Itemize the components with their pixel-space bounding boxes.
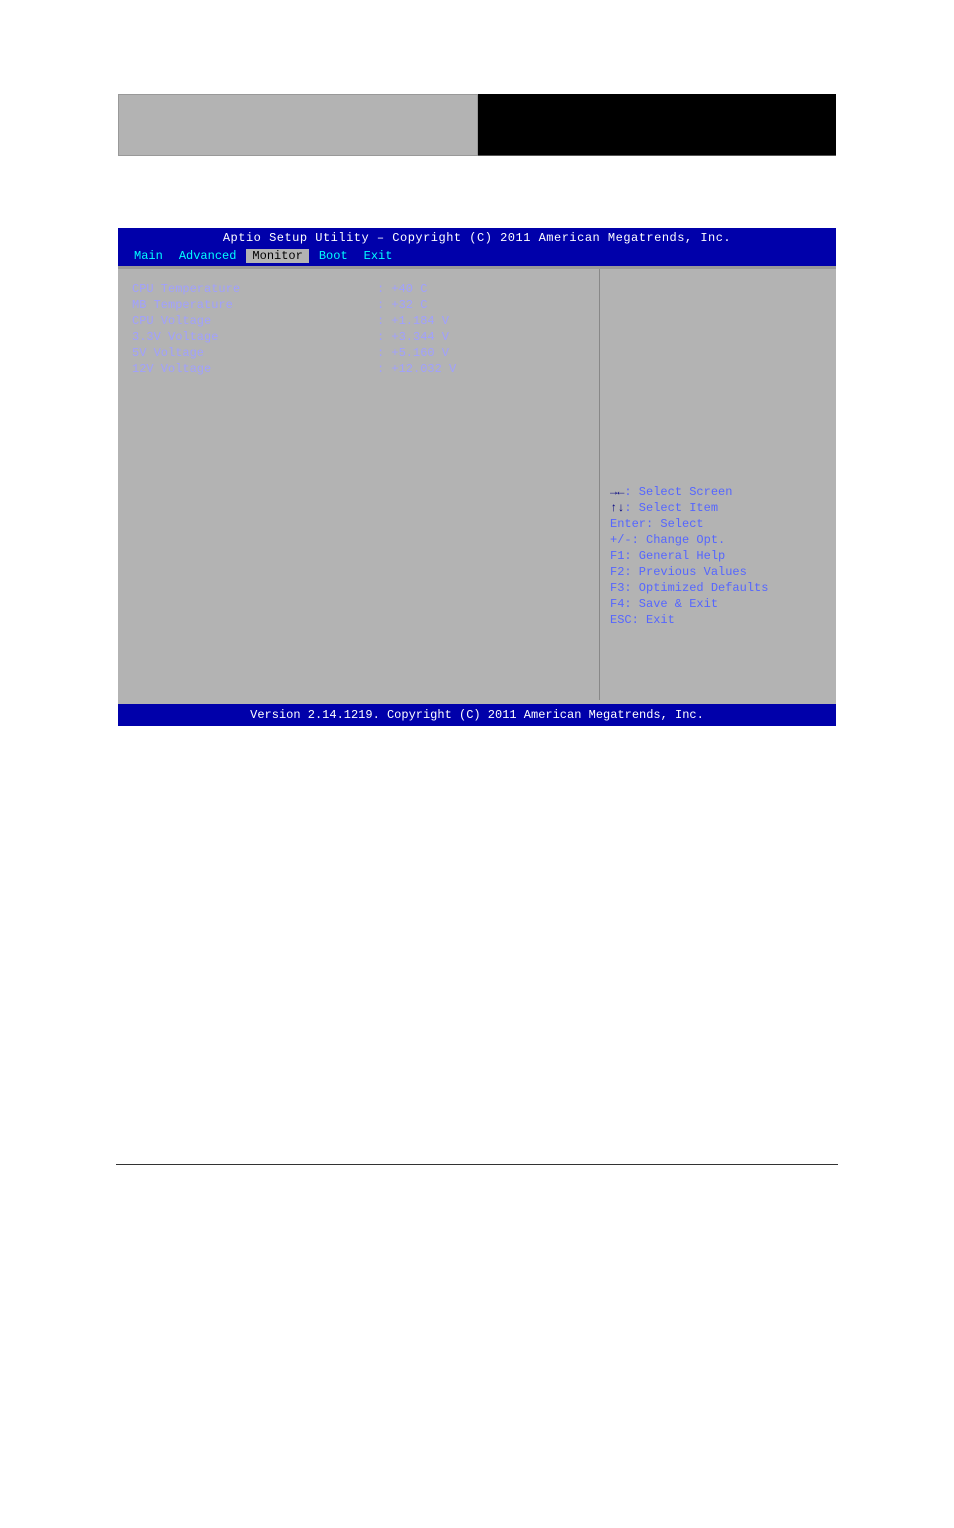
monitor-value: : +3.344 V bbox=[377, 329, 585, 345]
bios-main-area: CPU Temperature : +40 C MB Temperature :… bbox=[118, 266, 836, 700]
help-enter: Enter: Select bbox=[610, 516, 826, 532]
header-right-box bbox=[478, 94, 836, 156]
page-divider bbox=[116, 1164, 838, 1165]
monitor-row: CPU Voltage : +1.184 V bbox=[132, 313, 585, 329]
monitor-label: MB Temperature bbox=[132, 297, 377, 313]
monitor-label: 12V Voltage bbox=[132, 361, 377, 377]
monitor-row: 3.3V Voltage : +3.344 V bbox=[132, 329, 585, 345]
help-text: : Select Screen bbox=[624, 485, 732, 499]
bios-right-panel: →←: Select Screen ↑↓: Select Item Enter:… bbox=[600, 269, 836, 700]
monitor-value: : +12.032 V bbox=[377, 361, 585, 377]
monitor-value: : +32 C bbox=[377, 297, 585, 313]
monitor-row: 5V Voltage : +5.160 V bbox=[132, 345, 585, 361]
bios-footer-bar: Version 2.14.1219. Copyright (C) 2011 Am… bbox=[118, 700, 836, 726]
help-f3: F3: Optimized Defaults bbox=[610, 580, 826, 596]
monitor-value: : +5.160 V bbox=[377, 345, 585, 361]
monitor-row: 12V Voltage : +12.032 V bbox=[132, 361, 585, 377]
help-change-opt: +/-: Change Opt. bbox=[610, 532, 826, 548]
help-f1: F1: General Help bbox=[610, 548, 826, 564]
help-select-screen: →←: Select Screen bbox=[610, 484, 826, 500]
bios-menu-bar: Main Advanced Monitor Boot Exit bbox=[118, 248, 836, 266]
help-esc: ESC: Exit bbox=[610, 612, 826, 628]
page-header-bar bbox=[118, 94, 836, 156]
help-select-item: ↑↓: Select Item bbox=[610, 500, 826, 516]
arrows-ud-icon: ↑↓ bbox=[610, 501, 624, 515]
bios-screenshot: Aptio Setup Utility – Copyright (C) 2011… bbox=[118, 228, 836, 726]
monitor-label: CPU Voltage bbox=[132, 313, 377, 329]
monitor-label: 5V Voltage bbox=[132, 345, 377, 361]
tab-exit[interactable]: Exit bbox=[358, 249, 399, 263]
monitor-row: MB Temperature : +32 C bbox=[132, 297, 585, 313]
tab-advanced[interactable]: Advanced bbox=[173, 249, 243, 263]
bios-left-panel: CPU Temperature : +40 C MB Temperature :… bbox=[118, 269, 600, 700]
bios-title-text: Aptio Setup Utility – Copyright (C) 2011… bbox=[223, 231, 731, 245]
tab-boot[interactable]: Boot bbox=[313, 249, 354, 263]
header-left-box bbox=[118, 94, 478, 156]
monitor-value: : +40 C bbox=[377, 281, 585, 297]
monitor-value: : +1.184 V bbox=[377, 313, 585, 329]
help-text: : Select Item bbox=[624, 501, 718, 515]
help-section: →←: Select Screen ↑↓: Select Item Enter:… bbox=[610, 484, 826, 628]
help-f4: F4: Save & Exit bbox=[610, 596, 826, 612]
monitor-label: CPU Temperature bbox=[132, 281, 377, 297]
bios-title-bar: Aptio Setup Utility – Copyright (C) 2011… bbox=[118, 228, 836, 248]
arrows-lr-icon: →← bbox=[610, 485, 624, 499]
tab-main[interactable]: Main bbox=[128, 249, 169, 263]
monitor-label: 3.3V Voltage bbox=[132, 329, 377, 345]
monitor-row: CPU Temperature : +40 C bbox=[132, 281, 585, 297]
help-f2: F2: Previous Values bbox=[610, 564, 826, 580]
bios-version-text: Version 2.14.1219. Copyright (C) 2011 Am… bbox=[250, 708, 704, 722]
tab-monitor[interactable]: Monitor bbox=[246, 249, 308, 263]
